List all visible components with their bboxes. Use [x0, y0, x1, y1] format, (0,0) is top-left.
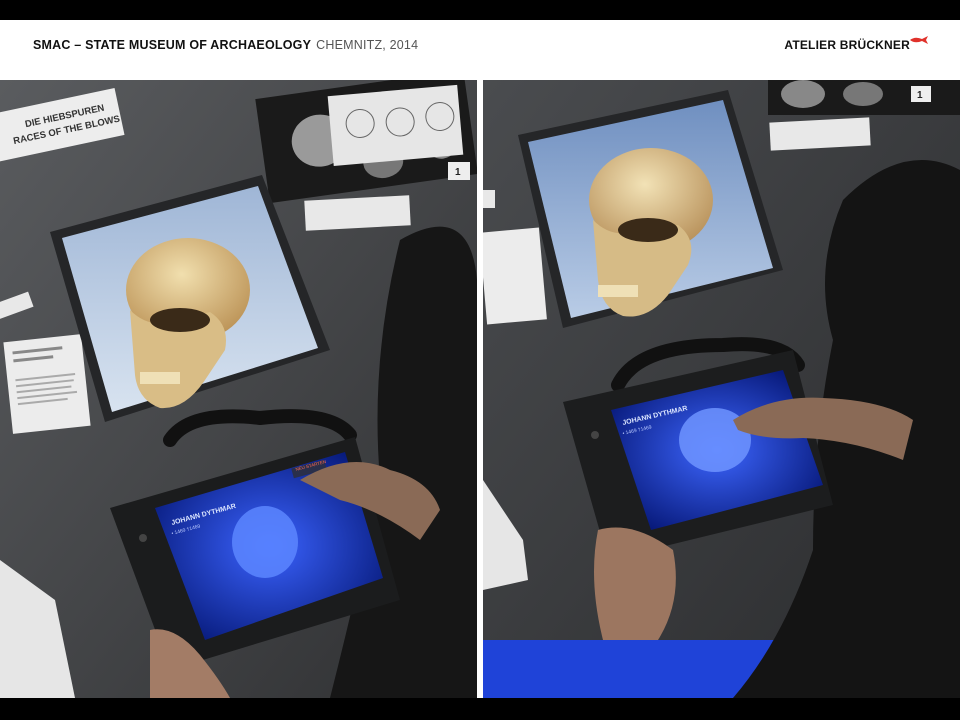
slide-title: SMAC – STATE MUSEUM OF ARCHAEOLOGY CHEMNI… [33, 38, 418, 52]
brand-fish-icon [910, 36, 928, 44]
photo-right: 1 JOHANN DYTHMAR • 1469 †1469 [483, 80, 960, 698]
project-location: CHEMNITZ, 2014 [316, 38, 419, 52]
small-label-card [483, 190, 495, 208]
project-title: SMAC – STATE MUSEUM OF ARCHAEOLOGY [33, 38, 312, 52]
bottom-black-band [0, 698, 960, 720]
photo-left-scene: DIE HIEBSPUREN RACES OF THE BLOWS 1 JOHA… [0, 80, 477, 698]
top-black-band [0, 0, 960, 20]
exhibit-number: 1 [455, 167, 461, 178]
exhibit-number: 1 [917, 90, 923, 101]
handwritten-note-card [304, 195, 411, 231]
sketch-drawing [327, 84, 464, 166]
photo-left: DIE HIEBSPUREN RACES OF THE BLOWS 1 JOHA… [0, 80, 477, 698]
visitor-hand-left [594, 527, 676, 640]
handwritten-note-card [769, 117, 871, 151]
object-description-card [483, 227, 547, 325]
skull-scan-image[interactable] [232, 506, 298, 578]
photo-right-scene: 1 JOHANN DYTHMAR • 1469 †1469 [483, 80, 960, 698]
skull-prints-panel [768, 80, 960, 115]
tablet-power-icon[interactable] [591, 431, 599, 439]
tablet-power-icon[interactable] [139, 534, 147, 542]
brand-logo-text: ATELIER BRÜCKNER [784, 38, 910, 52]
